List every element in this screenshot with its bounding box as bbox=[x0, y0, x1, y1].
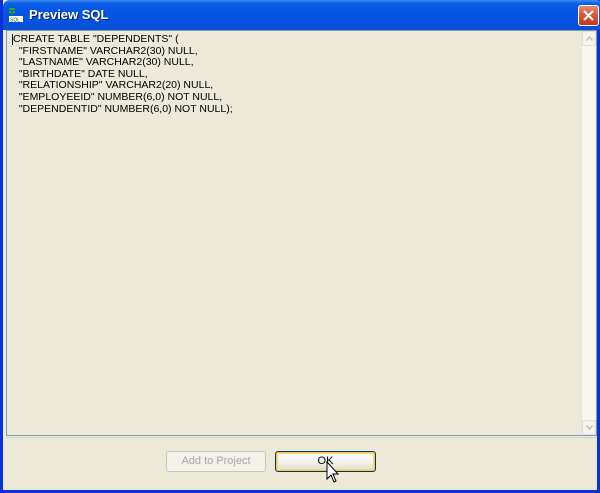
mouse-pointer-icon bbox=[326, 461, 340, 483]
sql-line: CREATE TABLE "DEPENDENTS" ( bbox=[13, 33, 179, 45]
sql-preview-textarea[interactable]: CREATE TABLE "DEPENDENTS" ( "FIRSTNAME" … bbox=[6, 30, 597, 436]
sql-line: "DEPENDENTID" NUMBER(6,0) NOT NULL); bbox=[13, 102, 233, 115]
sql-line: "RELATIONSHIP" VARCHAR2(20) NULL, bbox=[13, 79, 214, 92]
sql-line: "BIRTHDATE" DATE NULL, bbox=[13, 67, 148, 80]
sql-line: "LASTNAME" VARCHAR2(30) NULL, bbox=[13, 56, 194, 69]
svg-text:SQL: SQL bbox=[10, 18, 20, 24]
close-button[interactable] bbox=[578, 5, 599, 26]
sql-line: "FIRSTNAME" VARCHAR2(30) NULL, bbox=[13, 44, 198, 57]
close-icon bbox=[583, 10, 594, 21]
scroll-up-button[interactable] bbox=[582, 31, 596, 46]
db-schema-icon: SQL bbox=[9, 8, 23, 24]
sql-line: "EMPLOYEEID" NUMBER(6,0) NOT NULL, bbox=[13, 90, 223, 103]
dialog-title: Preview SQL bbox=[29, 7, 109, 22]
preview-sql-dialog: SQL Preview SQL CREATE TABLE "DEPENDENTS… bbox=[0, 0, 600, 493]
scroll-down-button[interactable] bbox=[582, 420, 596, 435]
title-bar[interactable]: SQL Preview SQL bbox=[3, 0, 600, 30]
vertical-scrollbar[interactable] bbox=[581, 31, 596, 435]
sql-text: CREATE TABLE "DEPENDENTS" ( "FIRSTNAME" … bbox=[13, 33, 233, 115]
chevron-up-icon bbox=[586, 36, 593, 41]
add-to-project-button[interactable]: Add to Project bbox=[166, 451, 266, 472]
chevron-down-icon bbox=[586, 425, 593, 430]
footer-divider bbox=[6, 437, 597, 438]
